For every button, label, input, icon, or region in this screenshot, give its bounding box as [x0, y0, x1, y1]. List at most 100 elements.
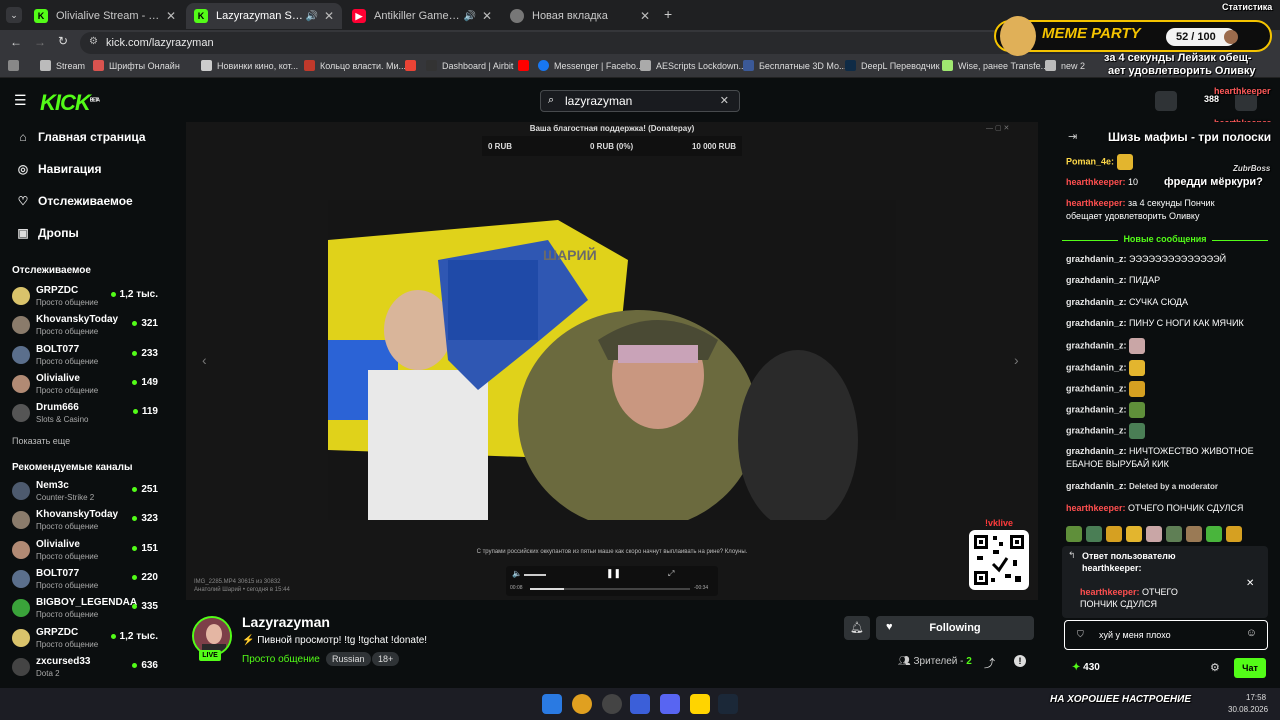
fullscreen-icon[interactable]: ⤢	[668, 569, 674, 579]
channel-item[interactable]: KhovanskyToday Просто общение 321	[12, 312, 162, 340]
tab-new-tab[interactable]: Новая вкладка ✕	[502, 3, 658, 29]
chat-username[interactable]: Poman_4e	[1066, 156, 1111, 166]
emoji-icon[interactable]: ☺	[1246, 627, 1257, 639]
close-icon[interactable]: ✕	[166, 9, 176, 23]
bookmark-label: Wise, ранее Transfe...	[958, 60, 1049, 71]
channel-points[interactable]: ✦ 430	[1072, 662, 1100, 673]
streamer-name[interactable]: Lazyrazyman	[242, 614, 330, 630]
hamburger-menu-icon[interactable]: ☰	[14, 92, 27, 109]
close-icon[interactable]: ✕	[324, 9, 334, 23]
chat-input[interactable]: ⛉ хуй у меня плохо ☺	[1064, 620, 1268, 650]
nav-following[interactable]: ♡ Отслеживаемое	[16, 194, 133, 208]
tag-language[interactable]: Russian	[326, 652, 371, 666]
channel-name: GRPZDC	[36, 626, 79, 638]
chat-username[interactable]: grazhdanin_z	[1066, 404, 1124, 414]
bookmark-messenger[interactable]: Messenger | Facebo...	[538, 60, 643, 71]
site-info-icon[interactable]: ⚙	[89, 36, 98, 47]
bookmark-gmail[interactable]	[405, 60, 421, 71]
channel-item[interactable]: BOLT077 Просто общение 233	[12, 342, 162, 370]
nav-drops[interactable]: ▣ Дропы	[16, 226, 78, 240]
chat-username[interactable]: grazhdanin_z	[1066, 275, 1124, 285]
share-icon[interactable]: ⤴	[984, 655, 995, 671]
bookmark-wise[interactable]: Wise, ранее Transfe...	[942, 60, 1048, 71]
follow-button[interactable]: ♥ Following	[876, 616, 1034, 640]
chat-username[interactable]: hearthkeeper	[1066, 503, 1123, 513]
chat-username[interactable]: grazhdanin_z	[1066, 297, 1124, 307]
seek-bar[interactable]	[530, 588, 690, 590]
nav-browse[interactable]: ◎ Навигация	[16, 162, 102, 176]
store-icon[interactable]	[1155, 91, 1177, 111]
prev-arrow-icon[interactable]: ‹	[202, 352, 207, 368]
speaker-icon[interactable]: 🔊	[463, 11, 475, 22]
bookmark-movies[interactable]: Новинки кино, кот...	[201, 60, 298, 71]
bookmark-youtube[interactable]	[518, 60, 534, 71]
chat-username[interactable]: hearthkeeper	[1066, 198, 1123, 208]
chat-username[interactable]: grazhdanin_z	[1066, 446, 1124, 456]
show-more-link[interactable]: Показать еще	[12, 436, 70, 446]
chat-username[interactable]: grazhdanin_z	[1066, 362, 1124, 372]
app-icon[interactable]	[630, 694, 650, 714]
windows-start-icon[interactable]	[542, 694, 562, 714]
forward-icon[interactable]: →	[34, 35, 46, 49]
channel-item[interactable]: Olivialive Просто общение 149	[12, 371, 162, 399]
video-player[interactable]: Ваша благостная поддержка! (Donatepay) 0…	[186, 122, 1038, 600]
channel-item[interactable]: Nem3c Counter-Strike 2 251	[12, 478, 162, 506]
obs-icon[interactable]	[602, 694, 622, 714]
chat-username[interactable]: grazhdanin_z	[1066, 341, 1124, 351]
clear-search-icon[interactable]: ✕	[720, 94, 729, 107]
channel-item[interactable]: GRPZDC Просто общение 1,2 тыс.	[12, 283, 162, 311]
channel-item[interactable]: KhovanskyToday Просто общение 323	[12, 507, 162, 535]
steam-icon[interactable]	[718, 694, 738, 714]
back-icon[interactable]: ←	[10, 35, 22, 49]
collapse-chat-icon[interactable]: ⇥	[1068, 130, 1077, 143]
channel-item[interactable]: zxcursed33 Dota 2 636	[12, 654, 162, 682]
chat-username[interactable]: grazhdanin_z	[1066, 318, 1124, 328]
new-tab-button[interactable]: +	[664, 6, 672, 22]
channel-item[interactable]: GRPZDC Просто общение 1,2 тыс.	[12, 625, 162, 653]
close-icon[interactable]: ✕	[482, 9, 492, 23]
channel-item[interactable]: BOLT077 Просто общение 220	[12, 566, 162, 594]
send-chat-button[interactable]: Чат	[1234, 658, 1266, 678]
bookmark-stream[interactable]: Stream	[40, 60, 85, 71]
apps-icon[interactable]	[8, 60, 24, 71]
chat-settings-icon[interactable]: ⚙	[1210, 661, 1220, 674]
chat-username[interactable]: hearthkeeper	[1066, 177, 1123, 187]
bookmark-aescripts[interactable]: AEScripts Lockdown...	[640, 60, 746, 71]
channel-category: Просто общение	[36, 327, 99, 337]
chrome-icon[interactable]	[572, 694, 592, 714]
kick-logo[interactable]: KICKBETA	[40, 90, 100, 116]
tab-search-button[interactable]: ⌄	[6, 7, 22, 23]
chat-username[interactable]: grazhdanin_z	[1066, 481, 1124, 491]
nav-home[interactable]: ⌂ Главная страница	[16, 130, 145, 144]
chat-username[interactable]: grazhdanin_z	[1066, 383, 1124, 393]
pause-icon[interactable]: ❚❚	[606, 568, 621, 579]
close-reply-icon[interactable]: ✕	[1246, 578, 1254, 589]
next-arrow-icon[interactable]: ›	[1014, 352, 1019, 368]
search-input[interactable]: ⌕ lazyrazyman ✕	[540, 90, 740, 112]
bookmark-rings[interactable]: Кольцо власти. Ми...	[304, 60, 406, 71]
channel-item[interactable]: BIGBOY_LEGENDAA Просто общение 335	[12, 595, 162, 623]
discord-icon[interactable]	[660, 694, 680, 714]
reload-icon[interactable]: ↻	[58, 34, 68, 48]
stream-category[interactable]: Просто общение	[242, 654, 320, 665]
channel-item[interactable]: Drum666 Slots & Casino 119	[12, 400, 162, 428]
speaker-icon[interactable]: 🔊	[305, 11, 317, 22]
volume-slider[interactable]	[524, 574, 546, 576]
bookmark-3d[interactable]: Бесплатные 3D Мо...	[743, 60, 847, 71]
chat-username[interactable]: grazhdanin_z	[1066, 426, 1124, 436]
bookmark-fonts[interactable]: Шрифты Онлайн	[93, 60, 180, 71]
info-icon[interactable]: !	[1014, 655, 1026, 667]
close-icon[interactable]: ✕	[640, 9, 650, 23]
chat-username[interactable]: grazhdanin_z	[1066, 254, 1124, 264]
bookmark-airbit[interactable]: Dashboard | Airbit	[426, 60, 513, 71]
tab-antikiller[interactable]: ▶ Antikiller Game Soundtrack 🔊 ✕	[344, 3, 500, 29]
app-icon[interactable]	[690, 694, 710, 714]
bookmark-deepl[interactable]: DeepL Переводчик	[845, 60, 940, 71]
volume-icon[interactable]: 🔈	[512, 569, 522, 578]
tag-age[interactable]: 18+	[372, 652, 400, 666]
tab-lazyrazyman[interactable]: K Lazyrazyman Stream - Watch 🔊 ✕	[186, 3, 342, 29]
bookmark-new2[interactable]: new 2	[1045, 60, 1085, 71]
channel-item[interactable]: Olivialive Просто общение 151	[12, 537, 162, 565]
tab-olivialive[interactable]: K Olivialive Stream - Watch Live o ✕	[26, 3, 184, 29]
bell-icon[interactable]: 🔔︎	[844, 616, 870, 640]
